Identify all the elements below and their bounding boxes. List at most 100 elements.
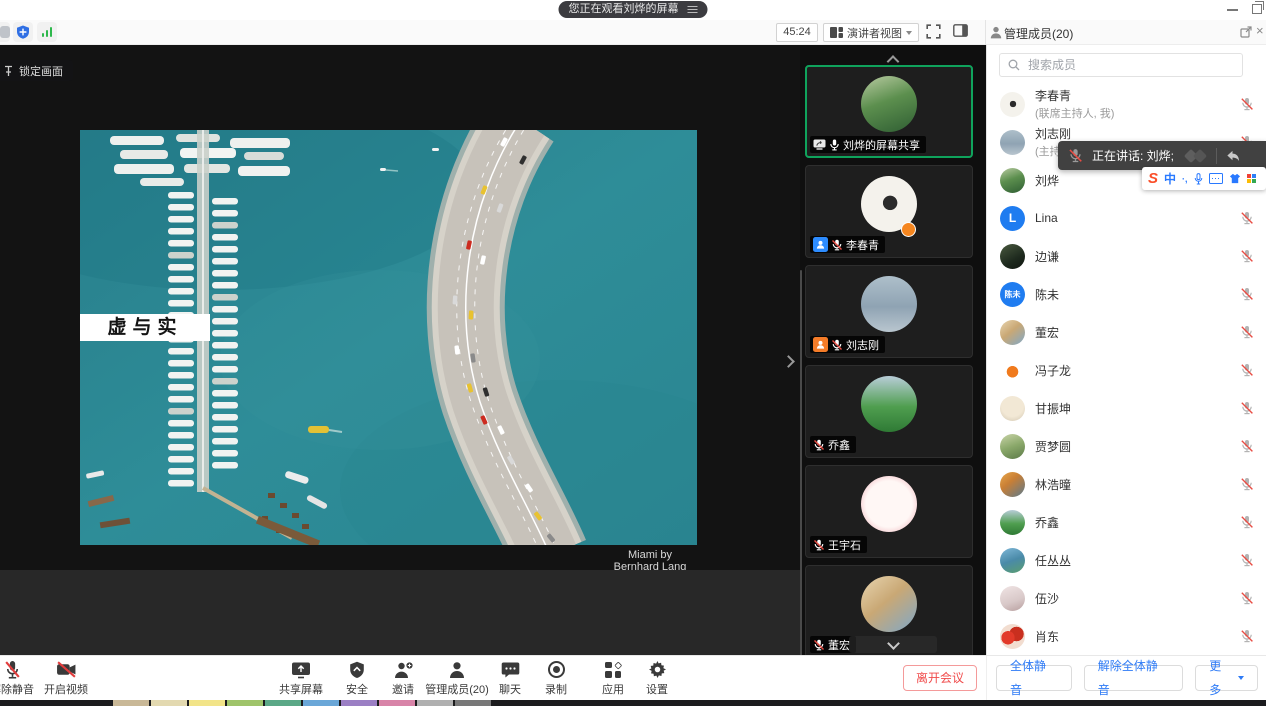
cohost-badge-icon [813,237,828,252]
member-name: 甘振坤 [1035,400,1071,417]
member-row[interactable]: 甘振坤 [987,389,1266,427]
mute-all-button[interactable]: 全体静音 [996,665,1072,691]
member-muted-mic-icon[interactable] [1240,363,1254,377]
member-muted-mic-icon[interactable] [1240,325,1254,339]
strip-collapse-arrow[interactable] [784,353,793,371]
meeting-app-window: 您正在观看刘烨的屏幕 45:24 演讲者视图 管理成员(20) [0,0,1266,706]
member-row[interactable]: 贾梦圆 [987,427,1266,465]
meeting-timer: 45:24 [776,23,818,42]
ime-keyboard-icon[interactable] [1209,173,1223,184]
security-shield-icon [349,661,365,679]
window-restore-button[interactable] [1252,4,1262,14]
member-muted-mic-icon[interactable] [1240,515,1254,529]
member-muted-mic-icon[interactable] [1240,287,1254,301]
tile-name: 李春青 [846,237,879,253]
tile-name: 王宇石 [828,537,861,553]
sogou-logo-icon[interactable]: S [1148,171,1158,186]
panel-popout-icon[interactable] [1240,26,1252,38]
more-button[interactable]: 更多 [1195,665,1258,691]
member-muted-mic-icon[interactable] [1240,477,1254,491]
member-name: 边谦 [1035,248,1059,265]
toast-watermark-icon [1184,149,1210,163]
network-signal-icon[interactable] [37,22,57,42]
toast-reply-arrow-icon[interactable] [1225,149,1240,163]
muted-mic-icon [813,439,825,451]
unmute-all-button[interactable]: 解除全体静音 [1084,665,1184,691]
avatar: 陈未 [1000,282,1025,307]
avatar [1000,92,1025,117]
member-row[interactable]: 乔鑫 [987,503,1266,541]
screen-share-icon [813,139,826,150]
avatar [861,376,917,432]
clipped-toolbar-icon[interactable] [0,22,10,42]
os-taskbar-sliver[interactable] [0,700,1266,706]
member-row[interactable]: L Lina [987,199,1266,237]
search-input[interactable] [1026,57,1234,73]
member-name: 乔鑫 [1035,514,1059,531]
muted-mic-icon [813,539,825,551]
avatar [1000,510,1025,535]
watching-banner[interactable]: 您正在观看刘烨的屏幕 [559,1,708,18]
video-tiles: 刘烨的屏幕共享 [805,65,973,658]
settings-button[interactable]: 设置 [622,660,692,697]
security-shield-icon[interactable] [13,22,33,42]
member-muted-mic-icon[interactable] [1240,439,1254,453]
panel-title: 管理成员(20) [1004,25,1073,42]
avatar [1000,472,1025,497]
member-name: 林浩曈 [1035,476,1071,493]
video-tile[interactable]: 王宇石 [805,465,973,558]
member-search-box[interactable] [999,53,1243,77]
member-row[interactable]: 林浩曈 [987,465,1266,503]
video-tile[interactable]: 乔鑫 [805,365,973,458]
member-row[interactable]: 董宏 [987,313,1266,351]
avatar [861,76,917,132]
lock-screen-button[interactable]: 锁定画面 [0,60,73,81]
member-name: 冯子龙 [1035,362,1071,379]
person-icon [449,661,465,679]
panel-close-icon[interactable]: × [1256,23,1264,38]
member-row[interactable]: 李春青 (联席主持人, 我) [987,85,1266,123]
member-muted-mic-icon[interactable] [1240,629,1254,643]
view-mode-button[interactable]: 演讲者视图 [823,23,919,42]
strip-scroll-down-button[interactable] [849,636,937,653]
member-row[interactable]: 任丛丛 [987,541,1266,579]
avatar [1000,624,1025,649]
member-row[interactable]: 陈未 陈未 [987,275,1266,313]
member-panel: 李春青 (联席主持人, 我) 刘志刚 (主持人) [986,45,1266,660]
member-muted-mic-icon[interactable] [1240,211,1254,225]
ime-toolbox-icon[interactable] [1247,174,1256,183]
member-muted-mic-icon[interactable] [1240,591,1254,605]
video-tile[interactable]: 李春青 [805,165,973,258]
layout-icon [830,27,843,38]
member-name: 伍沙 [1035,590,1059,607]
ime-language-toggle[interactable]: 中 [1164,170,1176,187]
slide-title-box: 虚与实 [80,314,210,341]
side-panel-toggle-button[interactable] [953,24,968,37]
ime-punctuation-toggle[interactable]: ·, [1182,174,1188,184]
member-row[interactable]: 边谦 [987,237,1266,275]
avatar [1000,396,1025,421]
member-muted-mic-icon[interactable] [1240,249,1254,263]
avatar [1000,244,1025,269]
member-muted-mic-icon[interactable] [1240,401,1254,415]
video-tile[interactable]: 刘烨的屏幕共享 [805,65,973,158]
member-row[interactable]: 肖东 [987,617,1266,655]
ime-voice-icon[interactable] [1194,173,1203,185]
fullscreen-button[interactable] [926,24,941,39]
slide-caption: Miami by Bernhard Lang [555,549,745,570]
member-row[interactable]: 冯子龙 [987,351,1266,389]
member-muted-mic-icon[interactable] [1240,97,1254,111]
banner-menu-icon[interactable] [688,6,698,13]
mic-muted-icon [4,660,21,679]
ime-skin-icon[interactable] [1229,173,1241,184]
member-name: 刘志刚 [1035,125,1075,142]
start-video-button[interactable]: 开启视频 [31,660,101,697]
leave-meeting-button[interactable]: 离开会议 [903,665,977,691]
toast-muted-mic-icon[interactable] [1068,148,1083,163]
strip-scrollbar[interactable] [800,270,802,658]
video-tile[interactable]: 刘志刚 [805,265,973,358]
members-icon [990,26,1002,39]
member-muted-mic-icon[interactable] [1240,553,1254,567]
window-minimize-button[interactable] [1227,9,1238,11]
member-row[interactable]: 伍沙 [987,579,1266,617]
